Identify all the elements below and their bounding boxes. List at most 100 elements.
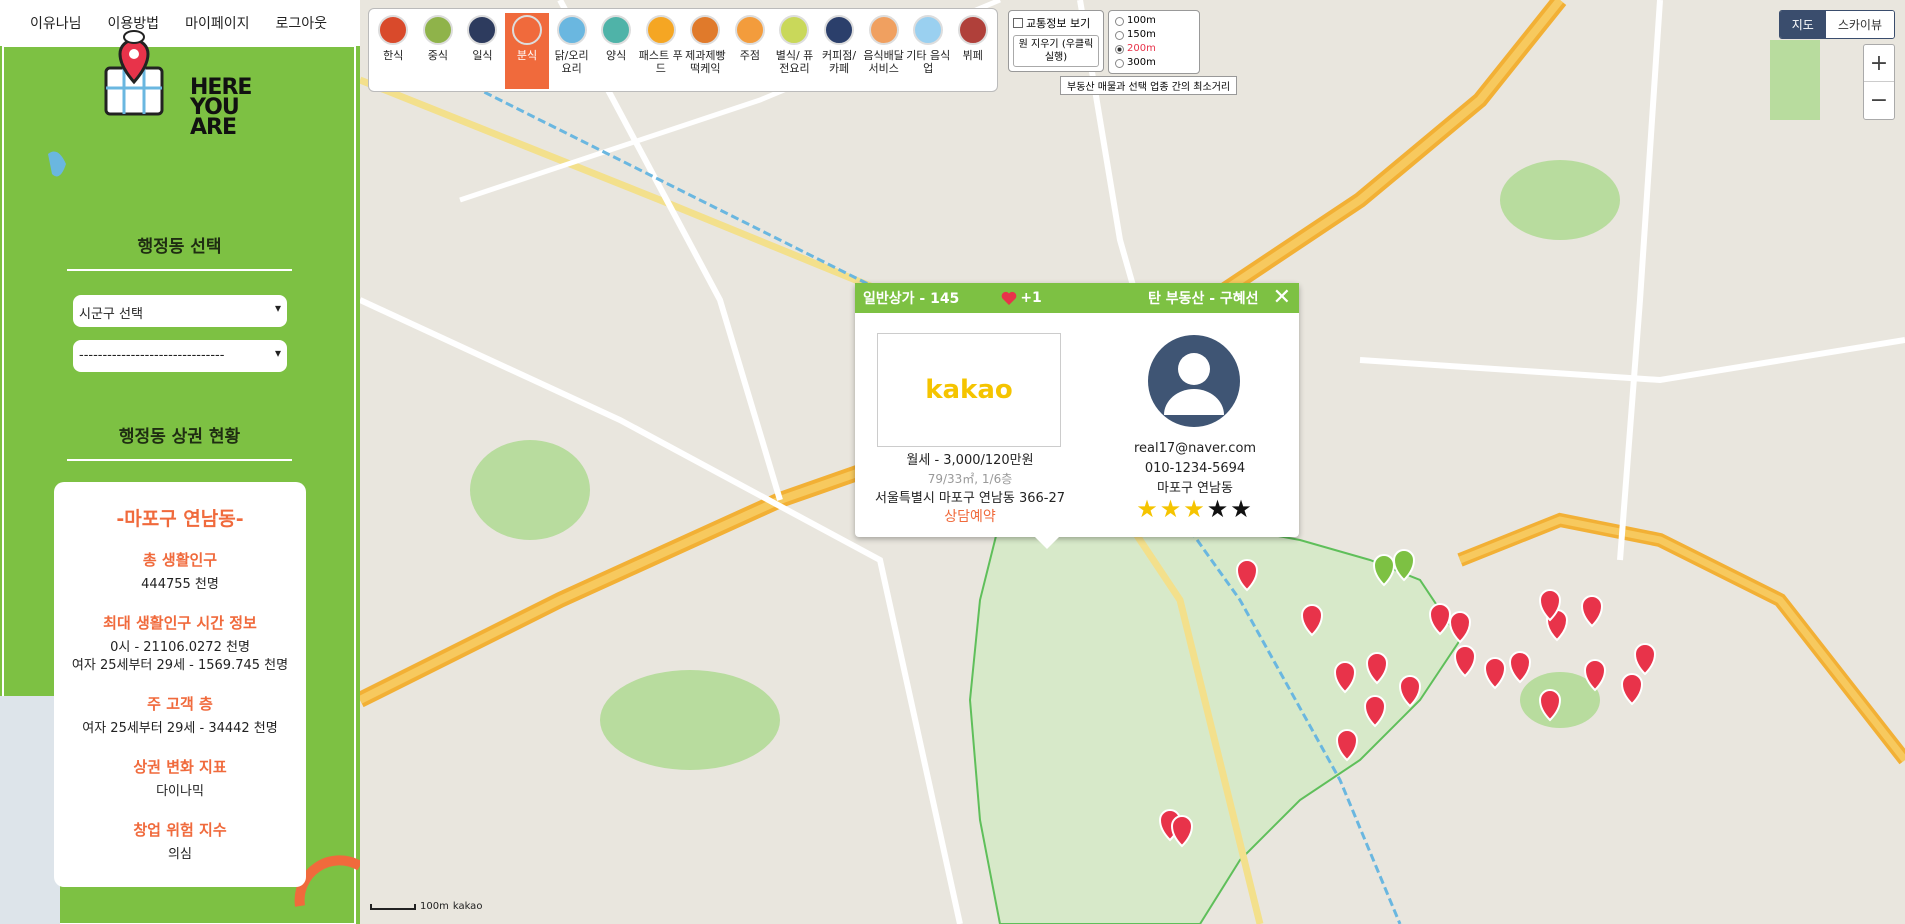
commercial-status-heading: 행정동 상권 현황	[67, 422, 292, 461]
close-icon[interactable]: ✕	[1273, 287, 1291, 309]
agent-phone: 010-1234-5694	[1144, 461, 1246, 476]
radius-tooltip: 부동산 매물과 선택 업종 간의 최소거리	[1060, 76, 1238, 95]
category-label: 일식	[472, 49, 493, 62]
agent-info: real17@naver.com 010-1234-5694 마포구 연남동 ★…	[1095, 439, 1295, 521]
stats-card: -마포구 연남동- 총 생활인구 444755 천명 최대 생활인구 시간 정보…	[54, 482, 306, 887]
category-icon	[690, 15, 721, 45]
category-label: 주점	[739, 49, 761, 62]
gu-select[interactable]: 시군구 선택	[73, 295, 287, 327]
radius-option-100[interactable]: 100m	[1115, 14, 1193, 28]
category-label: 제과제빵 떡케익	[685, 49, 726, 75]
category-label: 별식/ 퓨전요리	[775, 49, 814, 75]
sidebar: 이유나님 이용방법 마이페이지 로그아웃 HERE YOU ARE 행정동 선택…	[0, 0, 360, 924]
map-scale: 100m kakao	[370, 901, 482, 912]
category-icon	[512, 15, 543, 45]
category-icon	[645, 15, 676, 45]
category-9[interactable]: 별식/ 퓨전요리	[772, 13, 817, 89]
star-filled-icon: ★	[1136, 495, 1160, 523]
stat-change-label: 상권 변화 지표	[133, 758, 227, 776]
radio-icon	[1115, 16, 1124, 26]
category-icon	[601, 15, 632, 45]
traffic-box: 교통정보 보기 원 지우기 (우클릭 실행)	[1008, 10, 1104, 72]
radius-option-150[interactable]: 150m	[1115, 28, 1193, 42]
heart-icon	[1001, 291, 1017, 305]
property-image: kakao	[877, 333, 1061, 447]
rating-stars: ★★★★★	[1095, 497, 1295, 521]
popup-agent: 탄 부동산 - 구혜선	[1147, 291, 1259, 307]
stat-peak-time-value: 0시 - 21106.0272 천명 여자 25세부터 29세 - 1569.7…	[71, 640, 289, 673]
category-icon	[467, 15, 498, 45]
category-icon	[824, 15, 855, 45]
dong-name: -마포구 연남동-	[116, 508, 244, 530]
category-10[interactable]: 커피점/ 카페	[817, 13, 862, 89]
logout-link[interactable]: 로그아웃	[275, 13, 327, 33]
category-icon	[779, 15, 810, 45]
like-button[interactable]: +1	[1001, 290, 1042, 306]
category-label: 기타 음식업	[906, 49, 951, 75]
category-13[interactable]: 뷔페	[951, 13, 996, 89]
map-type-skyview[interactable]: 스카이뷰	[1825, 11, 1894, 38]
radius-option-300[interactable]: 300m	[1115, 56, 1193, 70]
user-name-link[interactable]: 이유나님	[30, 13, 82, 33]
map-type-map[interactable]: 지도	[1779, 11, 1826, 38]
zoom-control: + −	[1863, 44, 1895, 120]
property-area: 79/33㎡, 1/6층	[927, 472, 1013, 486]
logo-text: HERE YOU ARE	[190, 75, 252, 140]
category-icon	[556, 15, 587, 45]
category-label: 한식	[383, 49, 404, 62]
category-label: 분식	[516, 49, 538, 62]
category-4[interactable]: 닭/오리 요리	[549, 13, 594, 89]
stat-population-value: 444755 천명	[141, 577, 219, 592]
clear-circle-button[interactable]: 원 지우기 (우클릭 실행)	[1013, 35, 1099, 67]
map-type-toggle: 지도 스카이뷰	[1778, 10, 1895, 39]
stat-risk-value: 의심	[168, 847, 192, 862]
category-3[interactable]: 분식	[504, 13, 550, 89]
radius-option-200[interactable]: 200m	[1115, 42, 1193, 56]
dong-select[interactable]: -------------------------------	[73, 340, 287, 372]
user-icon	[1164, 353, 1224, 415]
star-filled-icon: ★	[1183, 495, 1207, 523]
stat-main-customer-value: 여자 25세부터 29세 - 34442 천명	[82, 721, 278, 736]
category-8[interactable]: 주점	[728, 13, 773, 89]
star-empty-icon: ★	[1206, 495, 1231, 523]
property-info: 월세 - 3,000/120만원 79/33㎡, 1/6층 서울특별시 마포구 …	[855, 451, 1085, 527]
category-5[interactable]: 양식	[594, 13, 639, 89]
scale-bar-icon	[370, 903, 416, 910]
popup-title: 일반상가 - 145	[863, 291, 960, 307]
category-icon	[868, 15, 899, 45]
category-icon	[378, 15, 409, 45]
radius-selector: 100m 150m 200m 300m	[1108, 10, 1200, 74]
category-label: 닭/오리 요리	[554, 49, 589, 75]
category-1[interactable]: 중식	[416, 13, 461, 89]
category-label: 뷔페	[962, 49, 983, 62]
zoom-out-button[interactable]: −	[1864, 82, 1894, 119]
category-6[interactable]: 패스트 푸드	[638, 13, 683, 89]
star-empty-icon: ★	[1230, 495, 1254, 523]
category-label: 커피점/ 카페	[822, 49, 857, 75]
category-icon	[734, 15, 765, 45]
category-label: 중식	[427, 49, 448, 62]
traffic-checkbox[interactable]: 교통정보 보기	[1013, 15, 1099, 31]
map-view[interactable]: 한식 중식 일식 분식 닭/오리 요리 양식 패스트 푸드 제과제빵 떡케익 주점 별식/ 퓨전요…	[360, 0, 1905, 924]
agent-email: real17@naver.com	[1133, 441, 1257, 456]
property-popup: 일반상가 - 145 +1 탄 부동산 - 구혜선 ✕ kakao 월세 - 3…	[855, 283, 1299, 549]
reserve-consult-link[interactable]: 상담예약	[855, 508, 1085, 527]
radio-checked-icon	[1115, 44, 1124, 54]
category-2[interactable]: 일식	[460, 13, 505, 89]
stat-change-value: 다이나믹	[156, 784, 204, 799]
here-you-are-logo: HERE YOU ARE	[80, 28, 280, 139]
radio-icon	[1115, 58, 1124, 68]
stat-population-label: 총 생활인구	[142, 551, 218, 569]
category-11[interactable]: 음식배달 서비스	[861, 13, 906, 89]
category-12[interactable]: 기타 음식업	[906, 13, 951, 89]
category-7[interactable]: 제과제빵 떡케익	[683, 13, 728, 89]
radio-icon	[1115, 30, 1124, 40]
category-0[interactable]: 한식	[371, 13, 416, 89]
stat-peak-time-label: 최대 생활인구 시간 정보	[103, 614, 257, 632]
zoom-in-button[interactable]: +	[1864, 45, 1894, 82]
dong-select-heading: 행정동 선택	[67, 232, 292, 271]
category-label: 패스트 푸드	[638, 49, 683, 75]
property-address: 서울특별시 마포구 연남동 366-27	[874, 491, 1065, 506]
stat-risk-label: 창업 위험 지수	[133, 821, 227, 839]
agent-avatar	[1148, 335, 1240, 427]
